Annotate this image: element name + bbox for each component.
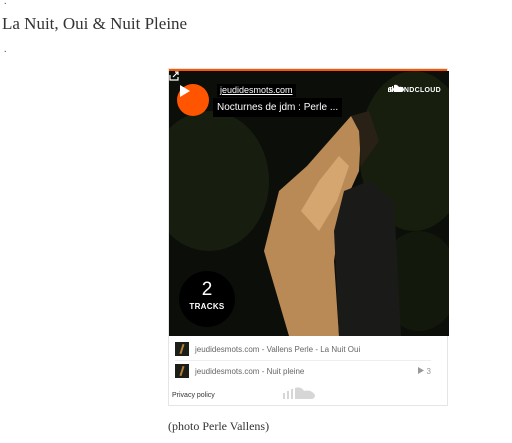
soundcloud-logo-icon [387, 84, 404, 92]
artwork[interactable]: jeudidesmots.com Nocturnes de jdm : Perl… [169, 71, 449, 336]
privacy-policy-link[interactable]: Privacy policy [172, 392, 215, 399]
play-count-value: 3 [426, 366, 431, 376]
separator-dot: . [4, 44, 7, 55]
track-item[interactable]: jeudidesmots.com - Nuit pleine 3 [175, 360, 431, 382]
page-title: La Nuit, Oui & Nuit Pleine [2, 14, 188, 33]
track-item[interactable]: jeudidesmots.com - Vallens Perle - La Nu… [175, 338, 431, 361]
track-label: jeudidesmots.com - Vallens Perle - La Nu… [195, 344, 361, 354]
play-icon [180, 85, 190, 97]
photo-caption: (photo Perle Vallens) [168, 419, 270, 433]
uploader-link[interactable]: jeudidesmots.com [217, 84, 296, 97]
track-count: 2 [201, 279, 213, 300]
tracks-label: TRACKS [189, 302, 225, 311]
track-thumbnail [175, 364, 189, 378]
tracks-badge: 2 TRACKS [179, 271, 235, 327]
set-title-link[interactable]: Nocturnes de jdm : Perle ... [213, 98, 343, 117]
track-thumbnail [175, 342, 189, 356]
share-icon[interactable] [169, 71, 179, 81]
play-button[interactable] [177, 84, 209, 116]
soundcloud-logo[interactable]: SOUNDCLOUD [387, 84, 441, 97]
play-count: 3 [417, 366, 431, 376]
track-list: jeudidesmots.com - Vallens Perle - La Nu… [169, 336, 447, 407]
track-label: jeudidesmots.com - Nuit pleine [195, 366, 305, 376]
separator-dot: . [4, 0, 7, 7]
soundcloud-watermark-icon [283, 387, 315, 399]
soundcloud-player[interactable]: jeudidesmots.com Nocturnes de jdm : Perl… [168, 68, 449, 407]
play-count-icon [418, 366, 425, 374]
